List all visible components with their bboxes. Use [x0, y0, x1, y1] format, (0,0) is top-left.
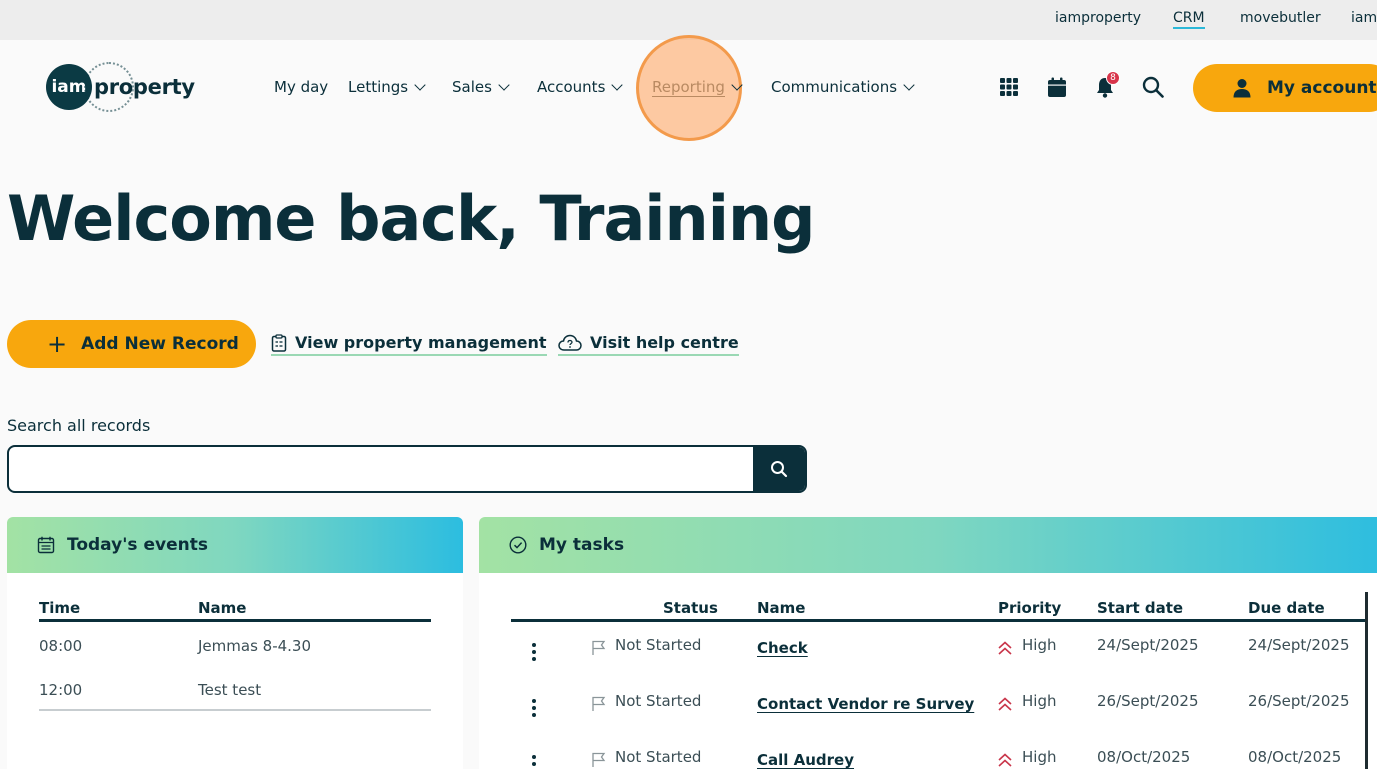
search-submit-button[interactable] [753, 447, 805, 491]
events-header-divider [39, 619, 431, 622]
nav-accounts-label: Accounts [537, 78, 606, 96]
chevron-down-icon [611, 78, 624, 91]
task-priority: High [1022, 636, 1057, 654]
chevron-down-icon [498, 78, 510, 91]
apps-grid-icon[interactable] [998, 76, 1020, 98]
my-account-label: My account [1267, 78, 1377, 98]
task-status: Not Started [615, 748, 702, 766]
add-new-record-label: Add New Record [81, 334, 239, 354]
task-start-date: 08/Oct/2025 [1097, 748, 1191, 766]
cloud-help-icon [558, 334, 582, 352]
priority-high-icon [997, 752, 1013, 768]
clipboard-icon [271, 333, 287, 352]
page-title: Welcome back, Training [7, 182, 815, 255]
user-icon [1233, 78, 1251, 98]
task-due-date: 26/Sept/2025 [1248, 692, 1350, 710]
todays-events-panel: Today's events Time Name 08:00 Jemmas 8-… [7, 517, 463, 769]
check-circle-icon [509, 536, 527, 554]
topbar-link-movebutler[interactable]: movebutler [1240, 10, 1321, 26]
calendar-list-icon [37, 536, 55, 554]
nav-my-day-label: My day [274, 78, 329, 96]
task-due-date: 24/Sept/2025 [1248, 636, 1350, 654]
my-tasks-panel: My tasks Status Name Priority Start date… [479, 517, 1377, 769]
nav-lettings-label: Lettings [348, 78, 409, 96]
flag-icon [591, 640, 606, 656]
nav-accounts[interactable]: Accounts [537, 78, 624, 96]
iamproperty-logo[interactable]: iam property [46, 62, 195, 112]
priority-high-icon [997, 696, 1013, 712]
view-property-management-link[interactable]: View property management [271, 333, 547, 356]
search-input[interactable] [9, 447, 755, 491]
row-actions-kebab-icon[interactable] [532, 755, 536, 769]
topbar-link-crm[interactable]: CRM [1173, 10, 1205, 29]
visit-help-centre-label: Visit help centre [590, 333, 739, 352]
event-time: 12:00 [39, 681, 83, 699]
search-label: Search all records [7, 416, 151, 435]
priority-high-icon [997, 640, 1013, 656]
task-start-date: 26/Sept/2025 [1097, 692, 1199, 710]
task-status: Not Started [615, 692, 702, 710]
topbar-link-iamproperty[interactable]: iamproperty [1055, 10, 1141, 26]
event-time: 08:00 [39, 637, 83, 655]
view-property-management-label: View property management [295, 333, 547, 352]
task-due-date: 08/Oct/2025 [1248, 748, 1342, 766]
row-actions-kebab-icon[interactable] [532, 643, 536, 661]
task-name-link[interactable]: Contact Vendor re Survey [757, 695, 974, 713]
todays-events-title: Today's events [67, 535, 208, 555]
search-box [7, 445, 807, 493]
flag-icon [591, 696, 606, 712]
task-name-link[interactable]: Call Audrey [757, 751, 854, 769]
tasks-col-priority: Priority [998, 599, 1062, 617]
nav-reporting-label: Reporting [652, 78, 725, 97]
add-new-record-button[interactable]: + Add New Record [7, 320, 256, 368]
tasks-col-status: Status [663, 599, 718, 617]
search-icon [771, 461, 788, 478]
flag-icon [591, 752, 606, 768]
events-col-name: Name [198, 599, 247, 617]
task-priority: High [1022, 692, 1057, 710]
nav-reporting[interactable]: Reporting [652, 78, 743, 97]
my-tasks-header: My tasks [479, 517, 1377, 573]
topbar-link-iams[interactable]: iams [1351, 10, 1377, 26]
row-actions-kebab-icon[interactable] [532, 699, 536, 717]
top-utility-bar: iamproperty CRM movebutler iams [0, 0, 1377, 40]
task-name-link[interactable]: Check [757, 639, 808, 657]
todays-events-header: Today's events [7, 517, 463, 573]
calendar-icon[interactable] [1046, 76, 1068, 98]
task-start-date: 24/Sept/2025 [1097, 636, 1199, 654]
chevron-down-icon [903, 78, 915, 91]
nav-lettings[interactable]: Lettings [348, 78, 426, 96]
chevron-down-icon [414, 78, 426, 91]
chevron-down-icon [731, 79, 743, 91]
nav-my-day[interactable]: My day [274, 78, 328, 96]
tasks-col-name: Name [757, 599, 806, 617]
nav-communications-label: Communications [771, 78, 898, 96]
my-tasks-title: My tasks [539, 535, 625, 555]
task-status: Not Started [615, 636, 702, 654]
event-name[interactable]: Jemmas 8-4.30 [198, 637, 311, 655]
logo-dotted-ring [84, 62, 134, 112]
plus-icon: + [47, 330, 68, 358]
tasks-scrollbar[interactable] [1365, 592, 1368, 769]
search-icon[interactable] [1142, 76, 1164, 98]
event-name[interactable]: Test test [198, 681, 261, 699]
tasks-col-start-date: Start date [1097, 599, 1184, 617]
nav-sales[interactable]: Sales [452, 78, 510, 96]
visit-help-centre-link[interactable]: Visit help centre [558, 333, 739, 356]
nav-sales-label: Sales [452, 78, 492, 96]
events-col-time: Time [39, 599, 81, 617]
tasks-header-divider [511, 619, 1366, 622]
task-priority: High [1022, 748, 1057, 766]
nav-communications[interactable]: Communications [771, 78, 915, 96]
tasks-col-due-date: Due date [1248, 599, 1325, 617]
notification-count-badge: 8 [1106, 71, 1120, 85]
events-row-divider [39, 709, 431, 711]
my-account-button[interactable]: My account [1193, 64, 1377, 112]
